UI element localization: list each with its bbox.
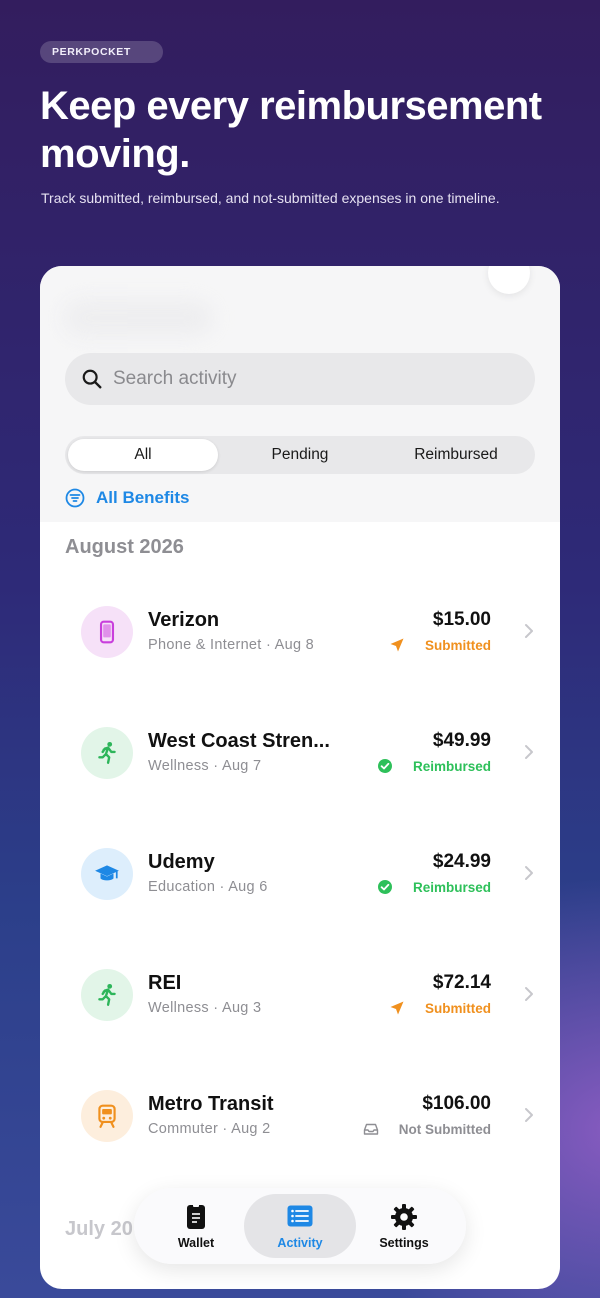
tray-icon (363, 1123, 378, 1135)
activity-row[interactable]: REI Wellness · Aug 3 $72.14 Submitted (40, 956, 560, 1034)
merchant-name: Udemy (148, 851, 215, 873)
tab-label: Activity (277, 1235, 323, 1250)
category-avatar (81, 848, 133, 900)
phone-icon (99, 620, 115, 644)
search-icon (82, 369, 102, 389)
phone-screen: Search activity All Pending Reimbursed A… (40, 266, 560, 1289)
category-avatar (81, 1090, 133, 1142)
category-avatar (81, 727, 133, 779)
month-header: August 2026 (65, 536, 184, 558)
train-icon (98, 1104, 116, 1128)
tab-label: Wallet (177, 1235, 215, 1250)
row-meta: Commuter · Aug 2 (148, 1121, 271, 1137)
chevron-right-icon (525, 1108, 533, 1122)
tab-settings[interactable]: Settings (348, 1194, 460, 1258)
promo-headline: Keep every reimbursement moving. (40, 84, 542, 176)
merchant-name: REI (148, 972, 182, 994)
amount: $49.99 (432, 730, 491, 751)
activity-row[interactable]: Metro Transit Commuter · Aug 2 $106.00 N… (40, 1077, 560, 1155)
amount: $15.00 (432, 609, 491, 630)
status-not-submitted: Not Submitted (363, 1121, 491, 1137)
wallet-icon (187, 1203, 205, 1229)
activity-row[interactable]: West Coast Stren... Wellness · Aug 7 $49… (40, 714, 560, 792)
month-header: July 20 (65, 1218, 133, 1240)
status-reimbursed: Reimbursed (377, 758, 491, 774)
app-badge: PERKPOCKET (40, 41, 163, 63)
row-meta: Education · Aug 6 (148, 879, 268, 895)
search-placeholder: Search activity (113, 368, 237, 389)
amount: $24.99 (432, 851, 491, 872)
category-avatar (81, 969, 133, 1021)
tab-wallet[interactable]: Wallet (140, 1194, 252, 1258)
promo-subline: Track submitted, reimbursed, and not-sub… (41, 190, 500, 206)
tab-label: Settings (379, 1235, 429, 1250)
status-submitted: Submitted (389, 637, 491, 653)
paper-plane-icon (390, 638, 404, 652)
chevron-right-icon (525, 745, 533, 759)
status-reimbursed: Reimbursed (377, 879, 491, 895)
status-submitted: Submitted (389, 1000, 491, 1016)
chevron-right-icon (525, 624, 533, 638)
benefits-filter-button[interactable]: All Benefits (65, 488, 190, 508)
amount: $72.14 (432, 972, 491, 993)
filter-icon (65, 488, 85, 508)
filter-label: All Benefits (96, 488, 190, 507)
runner-icon (98, 983, 116, 1006)
checkmark-circle-icon (377, 759, 392, 773)
activity-list-icon (287, 1205, 313, 1226)
tab-bar: Wallet Activity Settings (134, 1188, 466, 1264)
graduation-cap-icon (95, 865, 119, 881)
segment-pending[interactable]: Pending (225, 439, 375, 471)
gear-icon (391, 1203, 417, 1230)
row-meta: Wellness · Aug 3 (148, 1000, 262, 1016)
blurred-title (64, 300, 214, 336)
paper-plane-icon (390, 1001, 404, 1015)
segment-reimbursed[interactable]: Reimbursed (381, 439, 531, 471)
chevron-right-icon (525, 987, 533, 1001)
row-meta: Phone & Internet · Aug 8 (148, 637, 315, 653)
amount: $106.00 (422, 1093, 491, 1114)
activity-row[interactable]: Verizon Phone & Internet · Aug 8 $15.00 … (40, 593, 560, 671)
tab-activity[interactable]: Activity (244, 1194, 356, 1258)
checkmark-circle-icon (377, 880, 392, 894)
segment-all[interactable]: All (68, 439, 218, 471)
category-avatar (81, 606, 133, 658)
status-segmented-control: All Pending Reimbursed (65, 436, 535, 474)
chevron-right-icon (525, 866, 533, 880)
runner-icon (98, 741, 116, 764)
merchant-name: Metro Transit (148, 1093, 274, 1115)
activity-row[interactable]: Udemy Education · Aug 6 $24.99 Reimburse… (40, 835, 560, 913)
merchant-name: West Coast Stren... (148, 730, 330, 752)
merchant-name: Verizon (148, 609, 220, 631)
search-field[interactable]: Search activity (65, 353, 535, 405)
row-meta: Wellness · Aug 7 (148, 758, 262, 774)
